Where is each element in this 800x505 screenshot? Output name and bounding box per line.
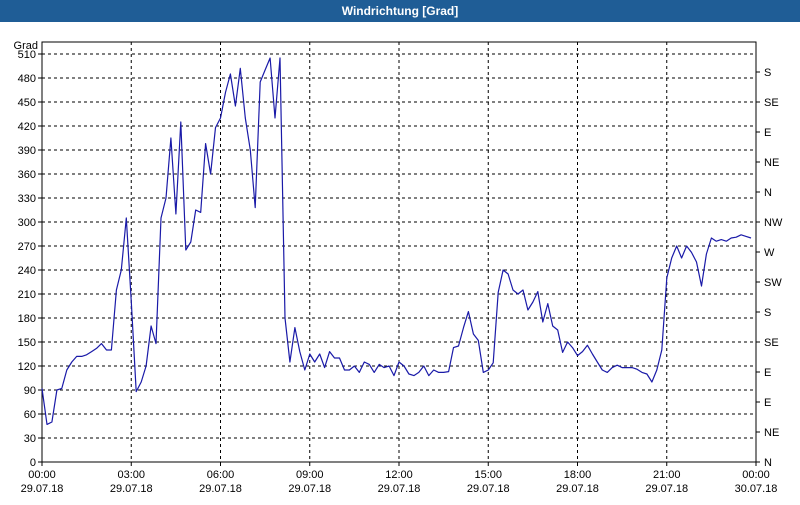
x-tick-label-time: 00:00: [742, 469, 770, 481]
x-tick-label-date: 29.07.18: [378, 483, 421, 495]
y-tick-label: 360: [18, 169, 36, 181]
chart-title-bar: Windrichtung [Grad]: [0, 0, 800, 22]
x-tick-label-date: 29.07.18: [110, 483, 153, 495]
x-tick-label-date: 29.07.18: [556, 483, 599, 495]
y-tick-label: 150: [18, 337, 36, 349]
y-tick-label: 0: [30, 457, 36, 469]
y-tick-label: 330: [18, 193, 36, 205]
y-tick-label: 300: [18, 217, 36, 229]
right-axis-label: E: [764, 367, 771, 379]
right-axis-label: E: [764, 397, 771, 409]
right-axis-label: SW: [764, 277, 782, 289]
right-axis-label: NE: [764, 157, 779, 169]
y-tick-label: 390: [18, 145, 36, 157]
right-axis-label: S: [764, 67, 771, 79]
y-tick-label: 180: [18, 313, 36, 325]
x-tick-label-date: 29.07.18: [199, 483, 242, 495]
right-axis-label: N: [764, 457, 772, 469]
series-line: [41, 57, 752, 425]
y-tick-label: 240: [18, 265, 36, 277]
x-tick-label-time: 12:00: [385, 469, 413, 481]
y-tick-label: 60: [24, 409, 36, 421]
y-tick-label: 270: [18, 241, 36, 253]
x-tick-label-time: 21:00: [653, 469, 681, 481]
y-tick-label: 480: [18, 73, 36, 85]
right-axis-label: NE: [764, 427, 779, 439]
x-tick-label-time: 03:00: [117, 469, 145, 481]
right-axis-label: S: [764, 307, 771, 319]
x-tick-label-date: 29.07.18: [288, 483, 331, 495]
right-axis-label: SE: [764, 97, 779, 109]
right-axis-label: NW: [764, 217, 783, 229]
right-axis-label: SE: [764, 337, 779, 349]
x-tick-label-date: 29.07.18: [645, 483, 688, 495]
window-title: Windrichtung [Grad]: [341, 4, 459, 18]
y-tick-label: 420: [18, 121, 36, 133]
grid-lines: [42, 42, 756, 462]
x-tick-label-date: 29.07.18: [21, 483, 64, 495]
x-tick-label-time: 09:00: [296, 469, 324, 481]
right-axis-label: N: [764, 187, 772, 199]
chart-area: 0 30 60 90 120 150 180 210 240 270 300 330 360 390 420…: [0, 22, 800, 500]
x-tick-label-time: 00:00: [28, 469, 56, 481]
line-chart: 0 30 60 90 120 150 180 210 240 270 300 330 360 390 420…: [14, 40, 783, 495]
y-axis-label: Grad: [14, 40, 38, 52]
right-axis-label: E: [764, 127, 771, 139]
series-layer: [41, 57, 752, 425]
y-tick-label: 120: [18, 361, 36, 373]
y-tick-label: 210: [18, 289, 36, 301]
y-tick-label: 450: [18, 97, 36, 109]
x-tick-label-time: 18:00: [564, 469, 592, 481]
x-tick-label-time: 15:00: [474, 469, 502, 481]
y-tick-label: 90: [24, 385, 36, 397]
x-tick-label-time: 06:00: [207, 469, 235, 481]
x-tick-label-date: 29.07.18: [467, 483, 510, 495]
x-tick-label-date: 30.07.18: [735, 483, 778, 495]
right-axis-label: W: [764, 247, 775, 259]
y-tick-label: 30: [24, 433, 36, 445]
